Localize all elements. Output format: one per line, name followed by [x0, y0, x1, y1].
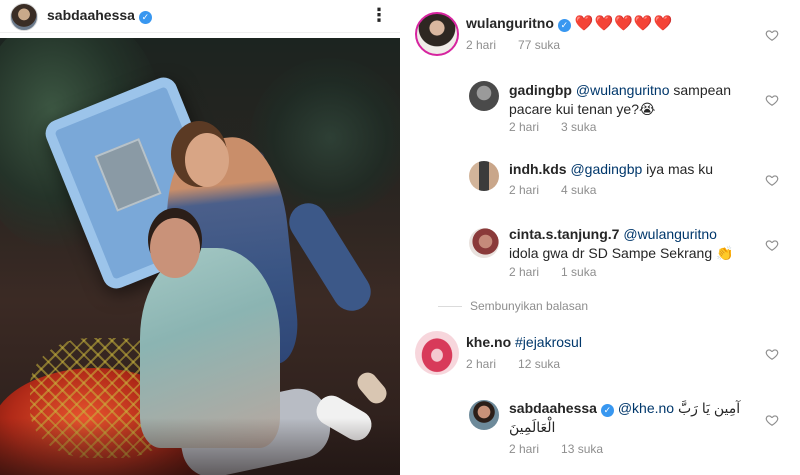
commenter-avatar[interactable]	[469, 81, 499, 111]
comment-time[interactable]: 2 hari	[509, 442, 539, 456]
verified-icon: ✓	[138, 11, 152, 24]
reply-text: cinta.s.tanjung.7 @wulanguritno idola gw…	[509, 225, 769, 263]
comment-username[interactable]: gadingbp	[509, 82, 572, 98]
post-header: sabdaahessa ✓ ⋮	[0, 0, 400, 33]
comment-username[interactable]: khe.no	[466, 334, 511, 350]
comment-username[interactable]: indh.kds	[509, 161, 567, 177]
commenter-avatar[interactable]	[469, 228, 499, 258]
like-heart-icon[interactable]	[765, 28, 779, 42]
commenter-avatar[interactable]	[469, 161, 499, 191]
reply-body: sampean	[669, 82, 731, 98]
comment-time[interactable]: 2 hari	[466, 357, 496, 371]
comment-meta: 2 hari 1 suka	[509, 265, 596, 279]
author-name[interactable]: sabdaahessa	[47, 7, 135, 23]
verified-icon: ✓	[600, 404, 614, 417]
post-panel: sabdaahessa✓ ⋮ J	[0, 0, 400, 475]
comment-meta: 2 hari 4 suka	[509, 183, 596, 197]
like-heart-icon[interactable]	[765, 347, 779, 361]
hashtag-link[interactable]: #jejakrosul	[515, 334, 582, 350]
mention-link[interactable]: @wulanguritno	[576, 82, 670, 98]
reply-body-arabic-line2: الْعَالَمِينَ	[509, 419, 556, 435]
comment-text: khe.no #jejakrosul	[466, 333, 582, 352]
comment-username[interactable]: sabdaahessa	[509, 400, 597, 416]
woman-head	[185, 133, 229, 187]
comment-likes[interactable]: 13 suka	[561, 442, 603, 456]
like-heart-icon[interactable]	[765, 93, 779, 107]
reply-text: indh.kds @gadingbp iya mas ku	[509, 160, 713, 179]
comment-likes[interactable]: 4 suka	[561, 183, 596, 197]
comment-likes[interactable]: 3 suka	[561, 120, 596, 134]
mention-link[interactable]: @wulanguritno	[623, 226, 717, 242]
man-head	[150, 218, 200, 278]
verified-icon: ✓	[557, 19, 571, 32]
comment-time[interactable]: 2 hari	[509, 120, 539, 134]
comment-time[interactable]: 2 hari	[509, 265, 539, 279]
comment-likes[interactable]: 1 suka	[561, 265, 596, 279]
commenter-avatar[interactable]	[469, 400, 499, 430]
author-avatar[interactable]	[10, 3, 38, 31]
reply-body-arabic: آمِين يَا رَبَّ	[677, 400, 741, 416]
mention-link[interactable]: @khe.no	[618, 400, 674, 416]
comment-meta: 2 hari 77 suka	[466, 38, 560, 52]
commenter-avatar[interactable]	[415, 12, 459, 56]
comment-username[interactable]: cinta.s.tanjung.7	[509, 226, 619, 242]
reply-text: gadingbp @wulanguritno sampean pacare ku…	[509, 81, 769, 119]
comment-likes[interactable]: 12 suka	[518, 357, 560, 371]
comment-time[interactable]: 2 hari	[466, 38, 496, 52]
post-photo[interactable]: J	[0, 38, 400, 475]
comment-time[interactable]: 2 hari	[509, 183, 539, 197]
comment-meta: 2 hari 3 suka	[509, 120, 596, 134]
like-heart-icon[interactable]	[765, 173, 779, 187]
mention-link[interactable]: @gadingbp	[570, 161, 642, 177]
like-heart-icon[interactable]	[765, 413, 779, 427]
like-heart-icon[interactable]	[765, 238, 779, 252]
comment-username[interactable]: wulanguritno	[466, 15, 554, 31]
commenter-avatar[interactable]	[415, 331, 459, 375]
comment-meta: 2 hari 12 suka	[466, 357, 560, 371]
reply-text: sabdaahessa ✓ @khe.no آمِين يَا رَبَّ	[509, 399, 769, 418]
heart-emojis: ❤️❤️❤️❤️❤️	[574, 15, 674, 32]
floor-shadow	[0, 418, 400, 475]
more-vertical-icon[interactable]: ⋮	[370, 2, 388, 30]
hide-replies-button[interactable]: Sembunyikan balasan	[470, 299, 588, 313]
comment-text: wulanguritno ✓ ❤️❤️❤️❤️❤️	[466, 14, 673, 33]
reply-body: iya mas ku	[642, 161, 714, 177]
comment-meta: 2 hari 13 suka	[509, 442, 603, 456]
heel	[353, 368, 391, 408]
comment-likes[interactable]: 77 suka	[518, 38, 560, 52]
reply-body-line2: pacare kui tenan ye?😭	[509, 101, 656, 117]
reply-body: idola gwa dr SD Sampe Sekrang 👏	[509, 245, 734, 261]
author-username[interactable]: sabdaahessa ✓	[47, 7, 152, 24]
